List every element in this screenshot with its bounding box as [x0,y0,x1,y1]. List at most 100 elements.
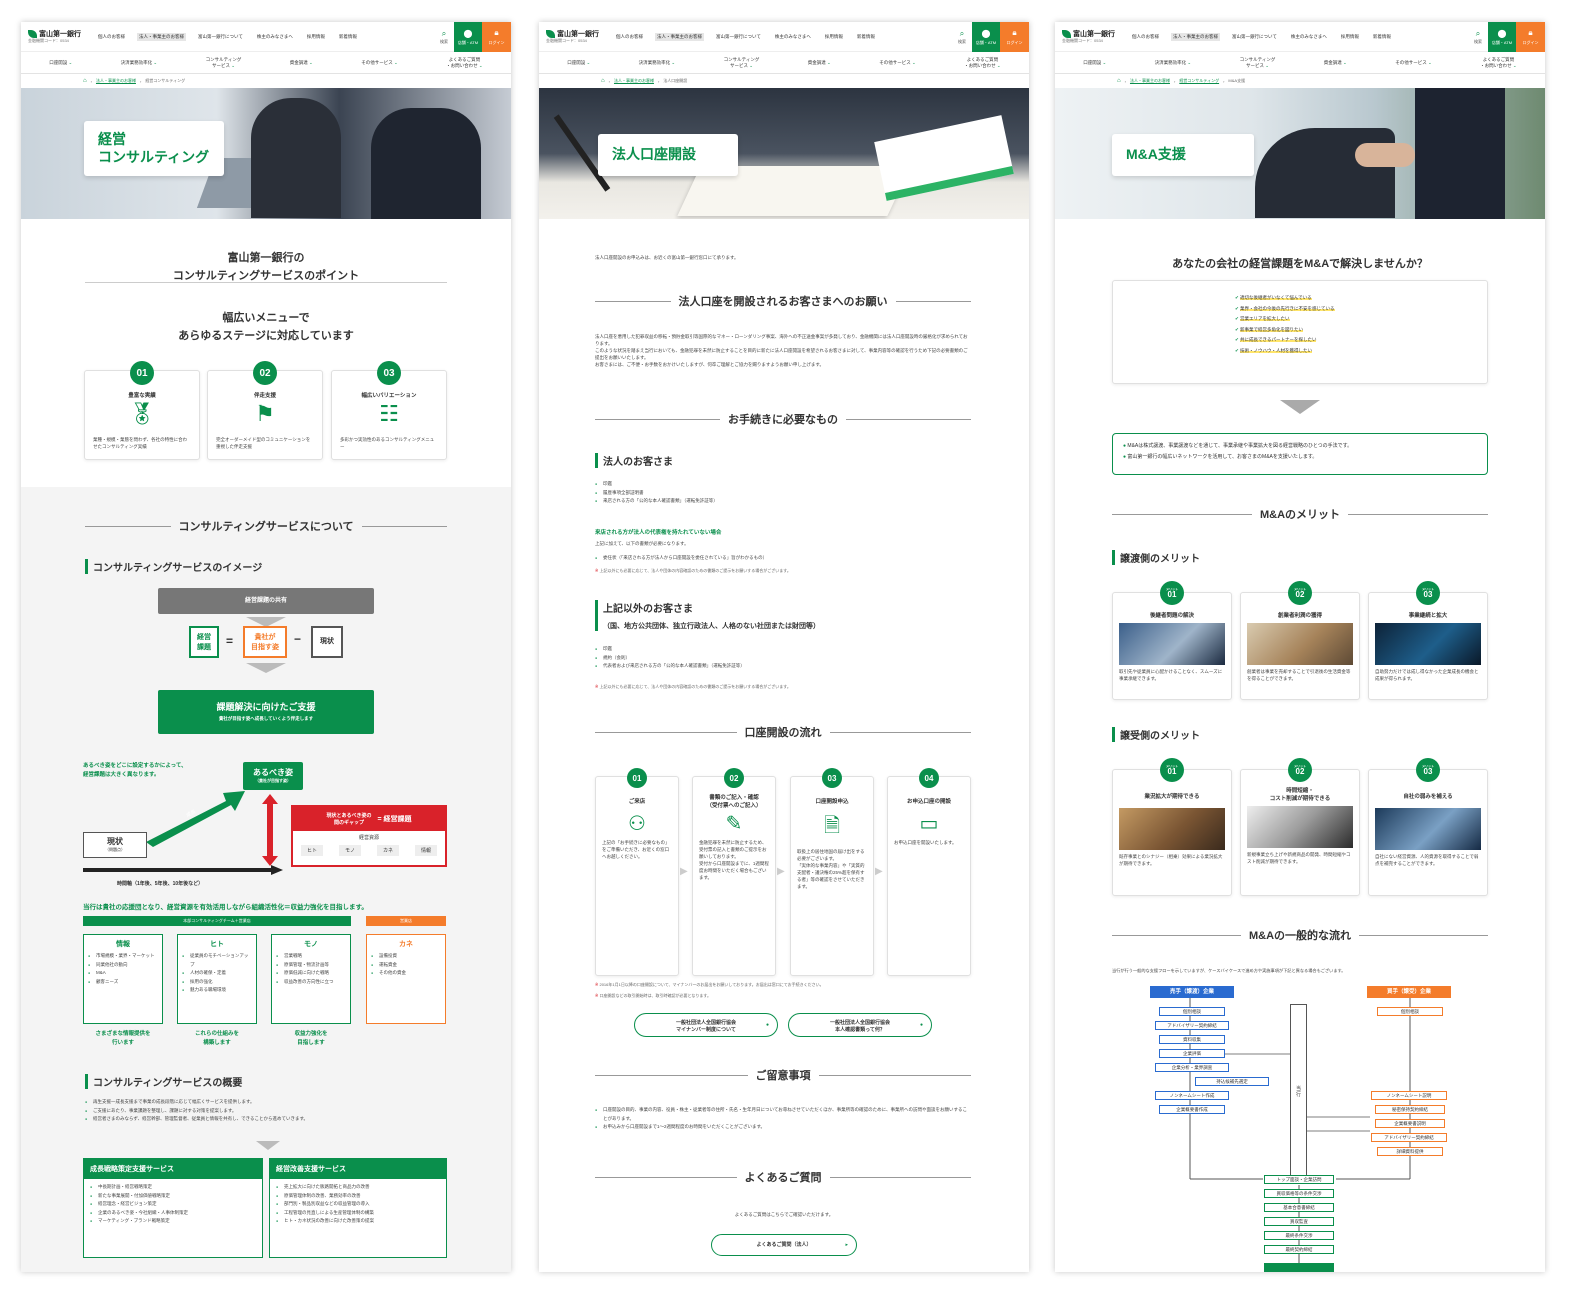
global-nav-item[interactable]: よくあるご質問 ・お問い合わせ [1480,57,1517,68]
global-nav-item[interactable]: 資金調達 [808,60,831,66]
eq-sign: = [226,634,234,648]
resource-list: 設備投資運転資金その他の資金 [371,952,441,978]
ideal-box: あるべき姿 （貴社が目指す姿） [243,762,303,790]
top-nav-item[interactable]: 採用情報 [1339,33,1361,41]
global-nav-item[interactable]: 決済業務効率化 [121,60,158,66]
top-nav-item[interactable]: 採用情報 [305,33,327,41]
id-documents-link-button[interactable]: 一般社団法人全国銀行協会 本人確認書類って何？ ● [788,1013,932,1037]
procedure-title: お手続きに必要なもの [595,411,971,427]
global-nav-item[interactable]: コンサルティング サービス [206,57,242,68]
global-nav-item[interactable]: 資金調達 [290,60,313,66]
breadcrumb-link[interactable]: 法人・事業主のお客様 [1130,78,1170,84]
global-nav-item[interactable]: よくあるご質問 ・お問い合わせ [964,57,1001,68]
login-button[interactable]: 🔒︎ ログイン [1516,22,1545,52]
flow-note: ※ 2016年1月1日以降の口座開設について、マイナンバーのお届出をお願いしてお… [595,982,824,987]
buyer-step: ノンネームシート説明 [1371,1091,1447,1100]
global-nav-item[interactable]: コンサルティング サービス [724,57,760,68]
page-management-consulting: 富山第一銀行 金融機関コード：0534 個人のお客様 法人・事業主のお客様 富山第… [21,22,511,1272]
breadcrumb: ⌂ › 法人・事業主のお客様 › 経営コンサルティング [83,78,186,84]
top-nav-item[interactable]: 富山第一銀行について [196,33,245,41]
point-card: 02 伴走支援 ⚑ 完全オーダーメイド型のコミュニケーションを重視した伴走支援 [207,361,323,460]
merit-photo [1247,623,1353,665]
merit-number: メリット 03 [1416,758,1440,782]
checklist-box: ✔ 適切な後継者がいなくて悩んでいる ✔ 業界・会社の今後の先行きに不安を感じて… [1112,280,1488,384]
global-nav-item[interactable]: その他サービス [1395,60,1432,66]
top-nav: 個人のお客様 法人・事業主のお客様 富山第一銀行について 株主のみなさまへ 採用… [96,32,359,41]
global-nav-item[interactable]: 決済業務効率化 [639,60,676,66]
mynumber-link-button[interactable]: 一般社団法人全国銀行協会 マイナンバー制度について ● [634,1013,778,1037]
corp-subtitle: 法人のお客さま [595,453,673,468]
resource-box-things: モノ 営業戦略原価管理・物流計画等原価低減に向けた戦略収益改善の方向性に立つ [271,934,351,1024]
top-nav-item[interactable]: 株主のみなさまへ [255,33,295,41]
store-atm-button[interactable]: ⬤ 店舗・ATM [1488,22,1516,52]
breadcrumb-link[interactable]: 経営コンサルティング [1179,78,1219,84]
home-icon[interactable]: ⌂ [83,78,87,84]
top-nav-item[interactable]: 採用情報 [823,33,845,41]
login-button[interactable]: 🔒︎ ログイン [1000,22,1029,52]
bank-logo[interactable]: 富山第一銀行 金融機関コード：0534 [1062,30,1124,43]
top-nav-item[interactable]: 株主のみなさまへ [773,33,813,41]
common-step: 最終条件交渉 [1264,1231,1334,1240]
logo-mark-icon [1062,30,1071,38]
bank-logo[interactable]: 富山第一銀行 金融機関コード：0534 [28,30,90,43]
top-nav-item-active[interactable]: 法人・事業主のお客様 [1171,32,1220,41]
step-number: 01 [627,768,647,788]
top-nav-item-active[interactable]: 法人・事業主のお客様 [137,32,186,41]
store-atm-button[interactable]: ⬤ 店舗・ATM [454,22,482,52]
seller-step: 企業評価 [1159,1049,1225,1058]
breadcrumb-current: 経営コンサルティング [145,78,186,83]
faq-button[interactable]: よくあるご質問（法人） ▸ [711,1234,857,1256]
store-atm-button[interactable]: ⬤ 店舗・ATM [972,22,1000,52]
hero-photo-handshake [1355,143,1415,167]
current-box: 現状 （問題点） [83,832,147,858]
map-pin-icon: ⬤ [981,28,991,38]
faq-text: よくあるご質問はこちらでご確認いただけます。 [734,1212,834,1217]
home-icon[interactable]: ⌂ [1117,78,1121,84]
global-nav-item[interactable]: 口座開設 [49,60,72,66]
flow-note: ※ 口座開設などの取引開始時は、取引時確認が必要となります。 [595,993,711,998]
global-nav-item[interactable]: その他サービス [879,60,916,66]
buyer-step: アドバイザリー契約締結 [1371,1133,1447,1142]
breadcrumb: ⌂ › 法人・事業主のお客様 › 経営コンサルティング › M&A支援 [1117,78,1246,84]
top-nav-item[interactable]: 新着情報 [337,33,359,41]
breadcrumb-link[interactable]: 法人・事業主のお客様 [96,78,136,84]
home-icon[interactable]: ⌂ [601,78,605,84]
global-nav-item[interactable]: よくあるご質問 ・お問い合わせ [446,57,483,68]
global-nav-item[interactable]: その他サービス [361,60,398,66]
seller-step: 企業分析・業界調査 [1155,1063,1229,1072]
top-nav-item[interactable]: 個人のお客様 [1130,33,1161,41]
hero-banner: 法人口座開設 [539,88,1029,219]
points-subtitle: 幅広いメニューで あらゆるステージに対応しています [178,312,354,342]
login-button[interactable]: 🔒︎ ログイン [482,22,511,52]
team-bar: 本部コンサルティングチーム＋営業店 [83,916,351,926]
search-button[interactable]: ⌕ 検索 [1468,22,1488,52]
global-nav-item[interactable]: 決済業務効率化 [1155,60,1192,66]
top-nav: 個人のお客様 法人・事業主のお客様 富山第一銀行について 株主のみなさまへ 採用… [614,32,877,41]
top-nav-item[interactable]: 新着情報 [1371,33,1393,41]
eq-mid: 貴社が 目指す姿 [243,626,287,658]
global-nav: 口座開設 決済業務効率化 コンサルティング サービス 資金調達 その他サービス … [539,52,1029,74]
global-nav-item[interactable]: コンサルティング サービス [1240,57,1276,68]
merit-card: メリット 03 事業継続と拡大 自助努力だけでは成し得なかった企業成長の機会と成果… [1368,581,1488,700]
resource-caption: 収益力強化を 目指します [294,1031,328,1046]
search-button[interactable]: ⌕ 検索 [952,22,972,52]
search-button[interactable]: ⌕ 検索 [434,22,454,52]
top-nav-item[interactable]: 新着情報 [855,33,877,41]
flow-title: 口座開設の流れ [595,724,971,740]
merit-photo [1119,808,1225,850]
points-title: 富山第一銀行の コンサルティングサービスのポイント [172,252,360,282]
page-corporate-account: 富山第一銀行 金融機関コード：0534 個人のお客様 法人・事業主のお客様 富山第… [539,22,1029,1272]
global-nav: 口座開設 決済業務効率化 コンサルティング サービス 資金調達 その他サービス … [21,52,511,74]
top-nav-item-active[interactable]: 法人・事業主のお客様 [655,32,704,41]
top-nav-item[interactable]: 富山第一銀行について [714,33,763,41]
top-nav-item[interactable]: 個人のお客様 [614,33,645,41]
ma-flow-diagram: 売手（譲渡）企業 買手（譲受）企業 当 行 個別相談 アドバイザリー契約締結 資… [1055,982,1545,1272]
global-nav-item[interactable]: 資金調達 [1324,60,1347,66]
bank-logo[interactable]: 富山第一銀行 金融機関コード：0534 [546,30,608,43]
global-nav-item[interactable]: 口座開設 [1083,60,1106,66]
top-nav-item[interactable]: 株主のみなさまへ [1289,33,1329,41]
breadcrumb-link[interactable]: 法人・事業主のお客様 [614,78,654,84]
top-nav-item[interactable]: 個人のお客様 [96,33,127,41]
top-nav-item[interactable]: 富山第一銀行について [1230,33,1279,41]
global-nav-item[interactable]: 口座開設 [567,60,590,66]
